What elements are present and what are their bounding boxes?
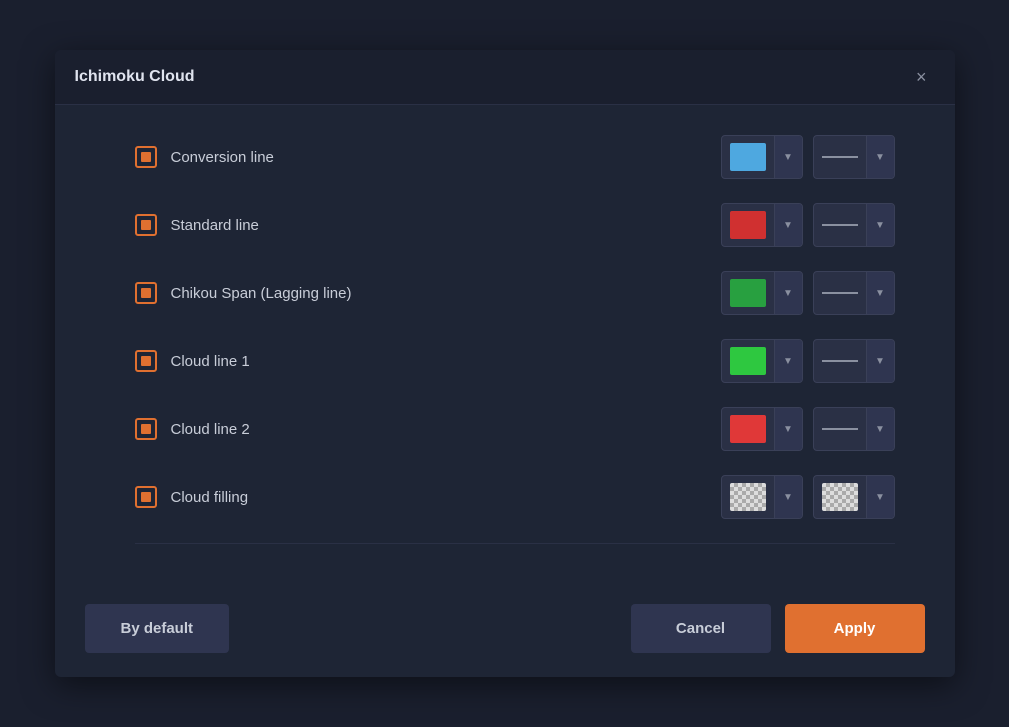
- color-dropdown-cloud-line-2[interactable]: ▼: [721, 407, 803, 451]
- checkbox-cloud-line-2[interactable]: [135, 418, 157, 440]
- line-arrow-cloud-line-1: ▼: [866, 340, 894, 382]
- dialog-body: Conversion line▼▼Standard line▼▼Chikou S…: [55, 105, 955, 588]
- divider: [135, 543, 895, 544]
- label-cloud-line-1: Cloud line 1: [171, 353, 250, 370]
- color-dropdown-conversion-line[interactable]: ▼: [721, 135, 803, 179]
- color-dropdown-standard-line[interactable]: ▼: [721, 203, 803, 247]
- color-dropdown-cloud-filling[interactable]: ▼: [721, 475, 803, 519]
- dialog-header: Ichimoku Cloud ×: [55, 50, 955, 105]
- line-dropdown-cloud-filling[interactable]: ▼: [813, 475, 895, 519]
- label-standard-line: Standard line: [171, 217, 259, 234]
- line-arrow-cloud-filling: ▼: [866, 476, 894, 518]
- label-conversion-line: Conversion line: [171, 149, 274, 166]
- row-cloud-line-2: Cloud line 2 ▼ ▼: [135, 407, 895, 451]
- label-chikou-span: Chikou Span (Lagging line): [171, 285, 352, 302]
- color-arrow-cloud-filling: ▼: [774, 476, 802, 518]
- rows-container: Conversion line▼▼Standard line▼▼Chikou S…: [135, 135, 895, 519]
- row-standard-line: Standard line ▼ ▼: [135, 203, 895, 247]
- by-default-button[interactable]: By default: [85, 604, 230, 653]
- label-cloud-line-2: Cloud line 2: [171, 421, 250, 438]
- line-dropdown-chikou-span[interactable]: ▼: [813, 271, 895, 315]
- checkbox-chikou-span[interactable]: [135, 282, 157, 304]
- checkbox-conversion-line[interactable]: [135, 146, 157, 168]
- close-button[interactable]: ×: [908, 64, 935, 90]
- label-cloud-filling: Cloud filling: [171, 489, 249, 506]
- color-dropdown-cloud-line-1[interactable]: ▼: [721, 339, 803, 383]
- ichimoku-dialog: Ichimoku Cloud × Conversion line▼▼Standa…: [55, 50, 955, 677]
- color-arrow-cloud-line-1: ▼: [774, 340, 802, 382]
- row-chikou-span: Chikou Span (Lagging line) ▼ ▼: [135, 271, 895, 315]
- line-dropdown-standard-line[interactable]: ▼: [813, 203, 895, 247]
- checkbox-cloud-filling[interactable]: [135, 486, 157, 508]
- checkbox-cloud-line-1[interactable]: [135, 350, 157, 372]
- row-cloud-filling: Cloud filling ▼ ▼: [135, 475, 895, 519]
- dialog-footer: By default Cancel Apply: [55, 588, 955, 677]
- cancel-button[interactable]: Cancel: [631, 604, 771, 653]
- footer-right: Cancel Apply: [631, 604, 925, 653]
- line-dropdown-conversion-line[interactable]: ▼: [813, 135, 895, 179]
- color-dropdown-chikou-span[interactable]: ▼: [721, 271, 803, 315]
- line-arrow-standard-line: ▼: [866, 204, 894, 246]
- line-arrow-cloud-line-2: ▼: [866, 408, 894, 450]
- color-arrow-standard-line: ▼: [774, 204, 802, 246]
- color-arrow-cloud-line-2: ▼: [774, 408, 802, 450]
- apply-button[interactable]: Apply: [785, 604, 925, 653]
- color-arrow-conversion-line: ▼: [774, 136, 802, 178]
- checkbox-standard-line[interactable]: [135, 214, 157, 236]
- color-arrow-chikou-span: ▼: [774, 272, 802, 314]
- row-cloud-line-1: Cloud line 1 ▼ ▼: [135, 339, 895, 383]
- line-dropdown-cloud-line-2[interactable]: ▼: [813, 407, 895, 451]
- line-arrow-conversion-line: ▼: [866, 136, 894, 178]
- line-arrow-chikou-span: ▼: [866, 272, 894, 314]
- line-dropdown-cloud-line-1[interactable]: ▼: [813, 339, 895, 383]
- dialog-title: Ichimoku Cloud: [75, 68, 195, 86]
- row-conversion-line: Conversion line ▼ ▼: [135, 135, 895, 179]
- footer-left: By default: [85, 604, 230, 653]
